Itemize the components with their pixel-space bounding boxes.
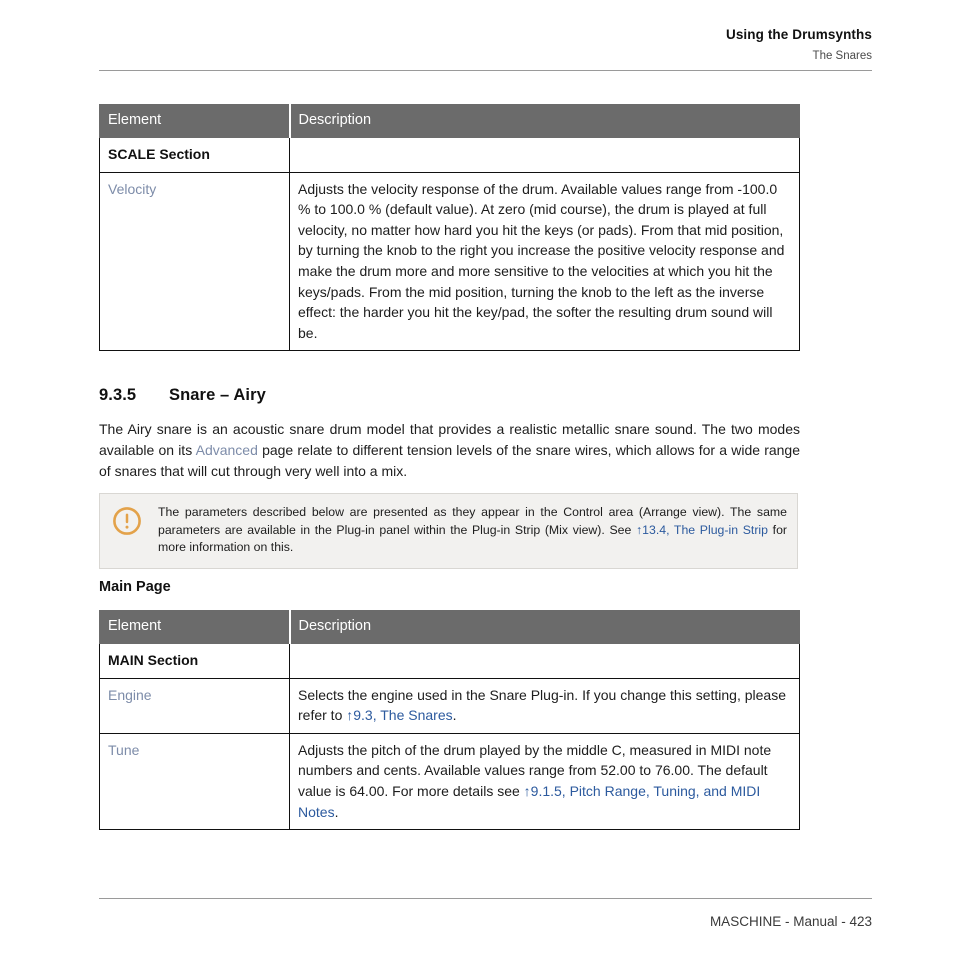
page-title: 9.3.5 Snare – Airy (99, 386, 266, 405)
running-head-title: Using the Drumsynths (725, 27, 872, 42)
table-row: Velocity Adjusts the velocity response o… (99, 171, 800, 352)
intro-paragraph: The Airy snare is an acoustic snare drum… (99, 419, 800, 482)
column-header-description: Description (288, 610, 800, 644)
running-head-subtitle: The Snares (812, 50, 872, 62)
row-element-engine[interactable]: Engine (99, 677, 290, 734)
note-text: The parameters described below are prese… (158, 504, 787, 557)
engine-desc-post: . (452, 707, 457, 724)
row-description-engine: Selects the engine used in the Snare Plu… (289, 677, 800, 734)
column-header-description: Description (288, 104, 800, 138)
row-element-main-section: MAIN Section (99, 643, 290, 679)
document-page: Using the Drumsynths The Snares Element … (0, 0, 954, 954)
row-description-velocity: Adjusts the velocity response of the dru… (289, 171, 800, 352)
exclamation-circle-icon (112, 506, 142, 536)
section-number: 9.3.5 (99, 386, 137, 404)
row-element-scale-section: SCALE Section (99, 137, 290, 173)
row-description-empty (289, 643, 800, 679)
note-callout: The parameters described below are prese… (99, 493, 798, 569)
tune-desc-post: . (334, 803, 339, 820)
subheading-main-page: Main Page (99, 579, 171, 595)
table-row: Engine Selects the engine used in the Sn… (99, 677, 800, 734)
row-element-tune[interactable]: Tune (99, 732, 290, 831)
header-divider (99, 70, 872, 71)
table-header-row: Element Description (99, 104, 800, 138)
main-parameters-table: Element Description MAIN Section Engine … (99, 610, 800, 831)
footer-divider (99, 898, 872, 899)
column-header-element: Element (99, 610, 290, 644)
table-row: SCALE Section (99, 137, 800, 173)
link-plugin-strip[interactable]: ↑13.4, The Plug-in Strip (636, 523, 768, 537)
scale-parameters-table: Element Description SCALE Section Veloci… (99, 104, 800, 352)
running-head: Using the Drumsynths The Snares (99, 26, 872, 65)
link-advanced[interactable]: Advanced (196, 442, 258, 458)
table-row: MAIN Section (99, 643, 800, 679)
footer-text: MASCHINE - Manual - 423 (709, 914, 872, 929)
column-header-element: Element (99, 104, 290, 138)
table-header-row: Element Description (99, 610, 800, 644)
section-title: Snare – Airy (169, 386, 266, 404)
row-description-empty (289, 137, 800, 173)
row-description-tune: Adjusts the pitch of the drum played by … (289, 732, 800, 831)
table-row: Tune Adjusts the pitch of the drum playe… (99, 732, 800, 831)
row-element-velocity[interactable]: Velocity (99, 171, 290, 352)
link-snares-section[interactable]: ↑9.3, The Snares (346, 707, 452, 723)
